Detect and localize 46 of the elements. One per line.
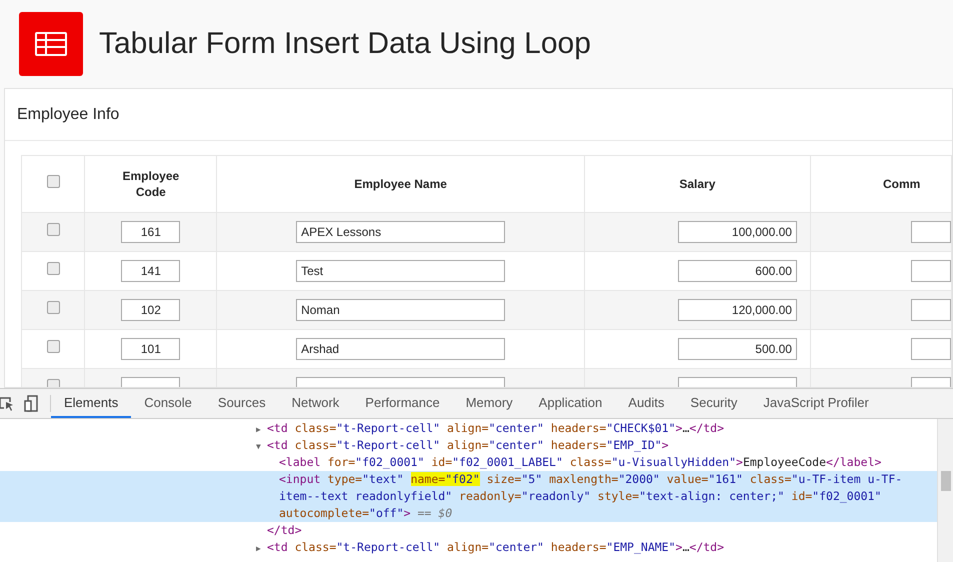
- input-field[interactable]: 161: [121, 221, 180, 243]
- page-title: Tabular Form Insert Data Using Loop: [99, 26, 591, 62]
- input-field[interactable]: [910, 338, 951, 360]
- column-header[interactable]: Employee Name: [354, 177, 447, 191]
- region-title: Employee Info: [17, 104, 120, 124]
- input-field[interactable]: 120,000.00: [678, 299, 797, 321]
- expand-toggle[interactable]: ▶: [256, 421, 261, 438]
- checkbox[interactable]: [46, 223, 60, 236]
- scrollbar[interactable]: [937, 419, 953, 562]
- devtools-tab[interactable]: Security: [677, 389, 750, 418]
- input-field[interactable]: Arshad: [296, 338, 506, 360]
- input-field[interactable]: 500.00: [678, 338, 797, 360]
- input-field[interactable]: 141: [121, 260, 180, 282]
- input-field[interactable]: [910, 299, 951, 321]
- devtools-tab[interactable]: Memory: [452, 389, 526, 418]
- table-icon: [19, 12, 83, 76]
- input-field[interactable]: Noman: [296, 299, 506, 321]
- input-field[interactable]: Test: [296, 260, 506, 282]
- checkbox[interactable]: [46, 301, 60, 314]
- input-field[interactable]: [910, 260, 951, 282]
- input-field[interactable]: 101: [121, 338, 180, 360]
- devtools-tab[interactable]: Audits: [615, 389, 678, 418]
- inspect-icon[interactable]: [0, 396, 14, 412]
- column-header[interactable]: Salary: [679, 177, 716, 191]
- devtools-tab[interactable]: Application: [526, 389, 616, 418]
- code-line[interactable]: <label for="f02_0001" id="f02_0001_LABEL" class="u-VisuallyHidden">EmployeeCode</label>: [279, 454, 933, 471]
- checkbox[interactable]: [46, 340, 60, 353]
- input-field[interactable]: 600.00: [678, 260, 797, 282]
- code-line[interactable]: </td>: [267, 522, 933, 539]
- code-line[interactable]: <td class="t-Report-cell" align="center" headers="EMP_ID">: [267, 437, 933, 454]
- input-field[interactable]: [910, 221, 951, 243]
- input-field[interactable]: 100,000.00: [678, 221, 797, 243]
- devtools-tab[interactable]: Network: [278, 389, 352, 418]
- input-field[interactable]: 102: [121, 299, 180, 321]
- expand-toggle[interactable]: ▶: [256, 540, 261, 557]
- device-icon[interactable]: [24, 395, 38, 412]
- devtools-tab[interactable]: Performance: [352, 389, 453, 418]
- code-line[interactable]: <td class="t-Report-cell" align="center" headers="CHECK$01">…</td>: [267, 420, 933, 437]
- expand-toggle[interactable]: ▼: [256, 438, 261, 455]
- devtools-tab[interactable]: JavaScript Profiler: [750, 389, 882, 418]
- code-line[interactable]: <td class="t-Report-cell" align="center" headers="EMP_NAME">…</td>: [267, 539, 933, 556]
- devtools-tab[interactable]: Sources: [204, 389, 279, 418]
- devtools-tab[interactable]: Console: [131, 389, 205, 418]
- input-field[interactable]: APEX Lessons: [296, 221, 506, 243]
- checkbox[interactable]: [46, 175, 60, 188]
- checkbox[interactable]: [46, 262, 60, 275]
